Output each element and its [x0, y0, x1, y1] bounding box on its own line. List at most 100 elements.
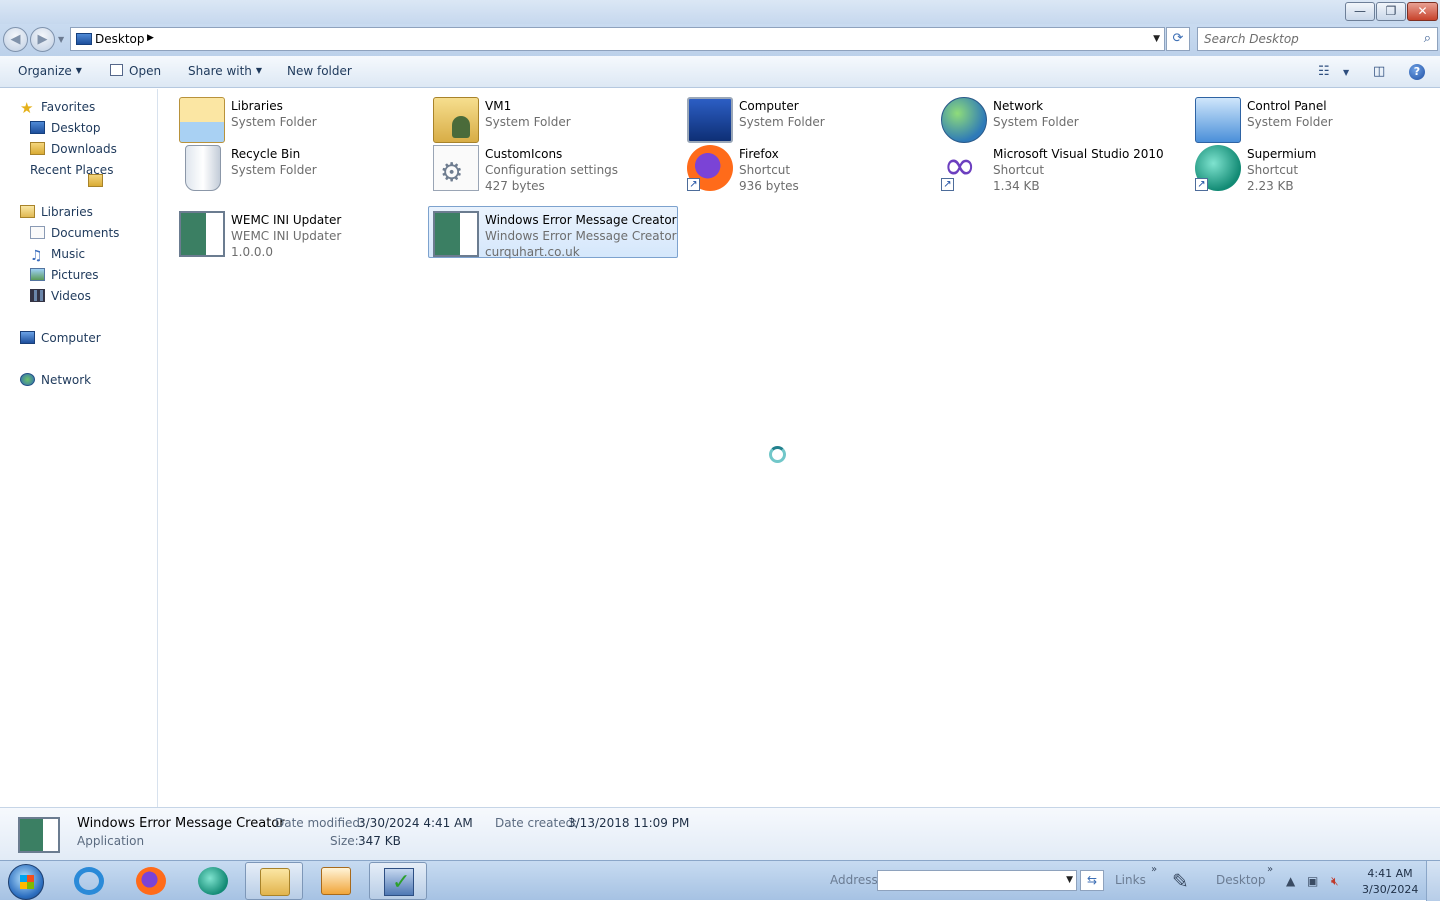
item-name: Libraries	[231, 99, 283, 113]
taskbar-firefox[interactable]	[122, 862, 180, 900]
taskbar-internet-explorer[interactable]	[60, 862, 118, 900]
close-button[interactable]: ✕	[1407, 2, 1438, 21]
organize-label: Organize	[18, 64, 72, 78]
item-libraries[interactable]: Libraries System Folder	[175, 93, 425, 145]
internet-explorer-icon	[74, 867, 104, 895]
links-toolbar-label[interactable]: Links	[1115, 873, 1146, 887]
item-name: Control Panel	[1247, 99, 1327, 113]
command-bar: Organize ▼ Open Share with ▼ New folder ☷ …	[0, 56, 1440, 88]
item-supermium[interactable]: ↗ Supermium Shortcut 2.23 KB	[1191, 141, 1440, 193]
item-firefox[interactable]: ↗ Firefox Shortcut 936 bytes	[683, 141, 933, 193]
search-box[interactable]: ⌕	[1197, 27, 1438, 51]
restore-button[interactable]: ❐	[1376, 2, 1406, 21]
nav-downloads[interactable]: Downloads	[30, 142, 117, 156]
links-overflow-chevron-icon[interactable]: »	[1151, 864, 1157, 875]
taskbar-windows-explorer[interactable]	[245, 862, 303, 900]
item-size: 2.23 KB	[1247, 179, 1294, 193]
forward-button[interactable]: ▶	[30, 27, 55, 52]
nav-libraries[interactable]: Libraries	[20, 205, 93, 219]
item-vm1[interactable]: VM1 System Folder	[429, 93, 679, 145]
taskbar-media-player[interactable]	[307, 862, 365, 900]
item-type: System Folder	[485, 115, 571, 129]
back-button[interactable]: ◀	[3, 27, 28, 52]
item-visual-studio[interactable]: ↗ Microsoft Visual Studio 2010 Shortcut …	[937, 141, 1187, 193]
open-button[interactable]: Open	[110, 64, 161, 78]
item-name: Recycle Bin	[231, 147, 301, 161]
recycle-bin-icon	[185, 145, 221, 191]
nav-favorites-label: Favorites	[41, 100, 96, 114]
nav-computer-label: Computer	[41, 331, 101, 345]
taskbar-go-button[interactable]: ⇆	[1080, 870, 1104, 891]
supermium-icon: ↗	[1195, 145, 1241, 191]
refresh-icon: ⟳	[1172, 31, 1184, 46]
nav-music[interactable]: ♫ Music	[30, 247, 85, 263]
selected-item-type: Application	[77, 834, 145, 848]
preview-pane-icon[interactable]: ◫	[1373, 64, 1385, 79]
item-type: System Folder	[739, 115, 825, 129]
go-arrow-icon: ⇆	[1086, 873, 1098, 887]
breadcrumb-desktop[interactable]: Desktop	[95, 32, 145, 46]
application-window-icon	[179, 211, 225, 257]
minimize-button[interactable]: —	[1345, 2, 1375, 21]
supermium-icon	[198, 867, 228, 895]
new-folder-button[interactable]: New folder	[287, 64, 352, 78]
item-type: System Folder	[993, 115, 1079, 129]
taskbar-address-input[interactable]: ▼	[877, 870, 1077, 891]
nav-network[interactable]: Network	[20, 373, 91, 387]
item-network[interactable]: Network System Folder	[937, 93, 1187, 145]
item-wemc-ini-updater[interactable]: WEMC INI Updater WEMC INI Updater 1.0.0.…	[175, 207, 425, 259]
restore-icon: ❐	[1385, 4, 1397, 18]
desktop-location-icon	[76, 33, 92, 45]
item-control-panel[interactable]: Control Panel System Folder	[1191, 93, 1440, 145]
show-hidden-icons-icon[interactable]: ▲	[1286, 874, 1295, 888]
item-recycle-bin[interactable]: Recycle Bin System Folder	[175, 141, 425, 193]
address-dropdown-icon[interactable]: ▼	[1066, 875, 1073, 885]
view-options-dropdown-icon[interactable]: ▼	[1343, 68, 1349, 77]
item-name: WEMC INI Updater	[231, 213, 342, 227]
shortcut-arrow-icon: ↗	[1195, 178, 1208, 191]
item-windows-error-message-creator[interactable]: Windows Error Message Creator Windows Er…	[428, 206, 678, 259]
nav-computer[interactable]: Computer	[20, 331, 101, 345]
volume-muted-icon[interactable]: 🔇︎	[1331, 874, 1339, 889]
item-customicons[interactable]: CustomIcons Configuration settings 427 b…	[429, 141, 679, 193]
nav-pictures[interactable]: Pictures	[30, 268, 99, 282]
organize-dropdown-icon: ▼	[75, 66, 82, 75]
nav-videos[interactable]: Videos	[30, 289, 91, 303]
network-tray-icon[interactable]: ▣	[1307, 874, 1318, 888]
refresh-button[interactable]: ⟳	[1166, 27, 1190, 51]
pen-tool-icon[interactable]: ✎	[1172, 869, 1189, 893]
help-icon[interactable]: ?	[1409, 64, 1425, 80]
open-icon	[110, 64, 123, 76]
address-dropdown-icon[interactable]: ▼	[1153, 34, 1160, 44]
organize-button[interactable]: Organize ▼	[18, 64, 82, 78]
window-controls: — ❐ ✕	[1344, 2, 1438, 21]
change-view-icon[interactable]: ☷	[1318, 64, 1330, 79]
share-with-button[interactable]: Share with ▼	[188, 64, 262, 78]
item-computer[interactable]: Computer System Folder	[683, 93, 933, 145]
nav-favorites[interactable]: ★ Favorites	[20, 100, 96, 116]
breadcrumb-chevron-icon[interactable]: ▶	[147, 33, 154, 43]
start-button[interactable]	[8, 864, 44, 900]
taskbar-supermium[interactable]	[184, 862, 242, 900]
desktop-icon	[30, 121, 45, 134]
nav-documents[interactable]: Documents	[30, 226, 119, 240]
system-clock[interactable]: 4:41 AM 3/30/2024	[1362, 866, 1418, 898]
item-size: 1.34 KB	[993, 179, 1040, 193]
shortcut-arrow-icon: ↗	[941, 178, 954, 191]
show-desktop-button[interactable]	[1426, 861, 1440, 901]
address-bar[interactable]: Desktop ▶ ▼	[70, 27, 1165, 51]
item-name: Network	[993, 99, 1044, 113]
nav-recent-places[interactable]: Recent Places	[30, 163, 113, 187]
libraries-folder-icon	[179, 97, 225, 143]
search-icon[interactable]: ⌕	[1424, 31, 1431, 46]
desktop-overflow-chevron-icon[interactable]: »	[1267, 864, 1273, 875]
desktop-toolbar-label[interactable]: Desktop	[1216, 873, 1266, 887]
selected-item-icon	[18, 817, 60, 853]
search-input[interactable]	[1204, 31, 1409, 47]
taskbar-error-message-creator[interactable]	[369, 862, 427, 900]
nav-desktop[interactable]: Desktop	[30, 121, 101, 135]
date-modified-label: Date modified:	[275, 816, 365, 830]
recent-pages-dropdown-icon[interactable]: ▼	[58, 35, 64, 44]
date-created-value: 3/13/2018 11:09 PM	[568, 816, 690, 830]
nav-desktop-label: Desktop	[51, 121, 101, 135]
